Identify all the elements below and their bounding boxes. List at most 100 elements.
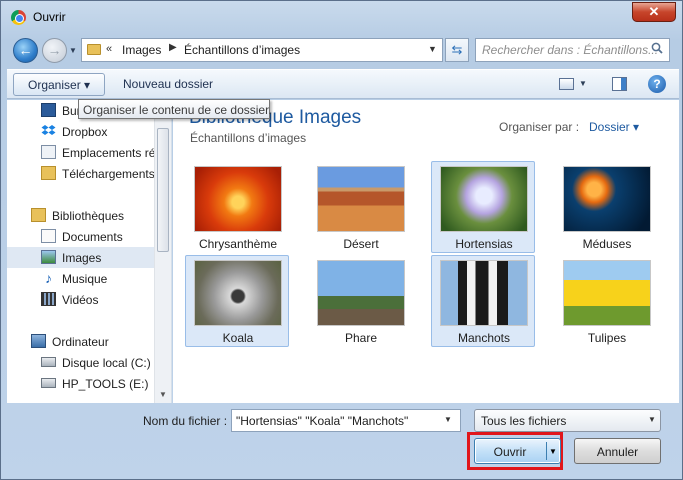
file-name: Koala bbox=[222, 331, 254, 345]
history-dropdown-icon[interactable]: ▼ bbox=[69, 46, 77, 55]
folder-icon bbox=[87, 44, 101, 55]
organize-tooltip: Organiser le contenu de ce dossier. bbox=[78, 99, 272, 119]
sidebar-item-label: Images bbox=[62, 251, 102, 265]
open-file-dialog: Ouvrir ✕ ← → ▼ « Images ▶ Échantillons d… bbox=[0, 0, 683, 480]
filetype-dropdown-icon[interactable]: ▼ bbox=[648, 415, 656, 424]
navigation-pane: Bureau Dropbox Emplacements récents Télé… bbox=[7, 100, 172, 403]
sidebar-item-libraries[interactable]: Bibliothèques bbox=[7, 205, 155, 226]
sidebar-item-videos[interactable]: Vidéos bbox=[7, 289, 155, 310]
disk-icon bbox=[41, 357, 56, 367]
file-thumb-phare[interactable]: Phare bbox=[308, 255, 412, 347]
sort-dropdown[interactable]: Dossier ▾ bbox=[589, 120, 639, 134]
filetype-select[interactable]: Tous les fichiers bbox=[474, 409, 661, 432]
split-divider bbox=[546, 442, 547, 460]
file-list-pane: Bibliothèque Images Échantillons d’image… bbox=[173, 100, 679, 403]
sidebar-item-label: Documents bbox=[62, 230, 123, 244]
filename-label: Nom du fichier : bbox=[143, 414, 228, 428]
jellyfish-image bbox=[563, 166, 651, 232]
drive-icon bbox=[41, 378, 56, 388]
cancel-button[interactable]: Annuler bbox=[574, 438, 661, 464]
filename-input[interactable]: "Hortensias" "Koala" "Manchots" bbox=[231, 409, 461, 432]
file-thumb-desert[interactable]: Désert bbox=[308, 161, 412, 253]
breadcrumb-samples[interactable]: Échantillons d’images bbox=[184, 43, 300, 57]
images-icon bbox=[41, 250, 56, 264]
sidebar-item-hp-tools[interactable]: HP_TOOLS (E:) bbox=[7, 373, 155, 394]
file-name: Tulipes bbox=[587, 331, 627, 345]
file-thumb-chrysantheme[interactable]: Chrysanthème bbox=[185, 161, 289, 253]
libraries-icon bbox=[31, 208, 46, 222]
search-icon[interactable] bbox=[651, 42, 663, 54]
sidebar-item-computer[interactable]: Ordinateur bbox=[7, 331, 155, 352]
sidebar-item-label: Dropbox bbox=[62, 125, 108, 139]
documents-icon bbox=[41, 229, 56, 243]
sidebar-item-label: Disque local (C:) bbox=[62, 356, 151, 370]
file-thumb-meduses[interactable]: Méduses bbox=[554, 161, 658, 253]
file-thumb-tulipes[interactable]: Tulipes bbox=[554, 255, 658, 347]
sidebar-item-label: Vidéos bbox=[62, 293, 99, 307]
sidebar-item-label: Musique bbox=[62, 272, 108, 286]
file-thumb-hortensias[interactable]: Hortensias bbox=[431, 161, 535, 253]
open-button[interactable]: Ouvrir ▼ bbox=[474, 438, 561, 464]
close-button[interactable]: ✕ bbox=[632, 2, 676, 22]
search-input[interactable]: Rechercher dans : Échantillons... bbox=[475, 38, 670, 62]
scroll-thumb[interactable] bbox=[157, 128, 169, 252]
change-view-icon[interactable] bbox=[559, 78, 574, 90]
file-name: Manchots bbox=[457, 331, 511, 345]
sidebar-item-dropbox[interactable]: Dropbox bbox=[7, 121, 155, 142]
sidebar-item-local-disk[interactable]: Disque local (C:) bbox=[7, 352, 155, 373]
sidebar-item-recent[interactable]: Emplacements récents bbox=[7, 142, 171, 163]
new-folder-button[interactable]: Nouveau dossier bbox=[123, 77, 213, 91]
videos-icon bbox=[41, 292, 56, 306]
dropbox-icon bbox=[41, 125, 56, 135]
sidebar-item-label: Téléchargements bbox=[62, 167, 155, 181]
chrysanthemum-image bbox=[194, 166, 282, 232]
open-button-label: Ouvrir bbox=[493, 445, 527, 459]
file-name: Méduses bbox=[582, 237, 632, 251]
sidebar-item-music[interactable]: ♪ Musique bbox=[7, 268, 155, 289]
address-bar[interactable]: « Images ▶ Échantillons d’images ▼ bbox=[81, 38, 443, 62]
breadcrumb-images[interactable]: Images bbox=[122, 43, 161, 57]
file-thumb-koala[interactable]: Koala bbox=[185, 255, 289, 347]
forward-button[interactable]: → bbox=[42, 38, 67, 63]
music-icon: ♪ bbox=[45, 270, 52, 286]
address-overflow[interactable]: « bbox=[106, 43, 112, 55]
chrome-icon bbox=[11, 10, 26, 25]
sidebar-item-images[interactable]: Images bbox=[7, 247, 155, 268]
command-bar: Organiser ▾ Nouveau dossier ▼ ? bbox=[7, 69, 679, 99]
recent-places-icon bbox=[41, 145, 56, 159]
filename-dropdown-icon[interactable]: ▼ bbox=[444, 415, 452, 424]
sort-label: Organiser par : bbox=[499, 120, 580, 134]
preview-pane-icon[interactable] bbox=[612, 77, 627, 91]
file-name: Phare bbox=[344, 331, 378, 345]
organize-button[interactable]: Organiser ▾ bbox=[13, 73, 105, 96]
window-title: Ouvrir bbox=[33, 10, 66, 24]
view-dropdown-icon[interactable]: ▼ bbox=[579, 79, 587, 88]
sidebar-item-label: Ordinateur bbox=[52, 335, 109, 349]
tulips-image bbox=[563, 260, 651, 326]
sidebar-item-downloads[interactable]: Téléchargements bbox=[7, 163, 155, 184]
open-options-icon[interactable]: ▼ bbox=[549, 447, 557, 456]
address-dropdown-icon[interactable]: ▼ bbox=[428, 44, 437, 54]
title-bar: Ouvrir ✕ bbox=[1, 1, 682, 33]
file-name: Hortensias bbox=[455, 237, 513, 251]
sidebar-item-documents[interactable]: Documents bbox=[7, 226, 155, 247]
file-thumb-manchots[interactable]: Manchots bbox=[431, 255, 535, 347]
sidebar-scrollbar[interactable]: ▲ ▼ bbox=[154, 100, 171, 403]
hydrangea-image bbox=[440, 166, 528, 232]
computer-icon bbox=[31, 334, 46, 348]
penguins-image bbox=[440, 260, 528, 326]
file-name: Désert bbox=[343, 237, 379, 251]
sidebar-item-label: Bibliothèques bbox=[52, 209, 125, 223]
scroll-down-icon[interactable]: ▼ bbox=[155, 387, 171, 403]
library-subtitle: Échantillons d’images bbox=[190, 131, 307, 145]
refresh-button[interactable]: ⇆ bbox=[445, 38, 469, 62]
desert-image bbox=[317, 166, 405, 232]
koala-image bbox=[194, 260, 282, 326]
downloads-folder-icon bbox=[41, 166, 56, 180]
help-icon[interactable]: ? bbox=[648, 75, 666, 93]
desktop-icon bbox=[41, 103, 56, 117]
sidebar-item-label: HP_TOOLS (E:) bbox=[62, 377, 149, 391]
back-button[interactable]: ← bbox=[13, 38, 38, 63]
file-name: Chrysanthème bbox=[198, 237, 278, 251]
breadcrumb-separator-icon[interactable]: ▶ bbox=[169, 42, 177, 53]
